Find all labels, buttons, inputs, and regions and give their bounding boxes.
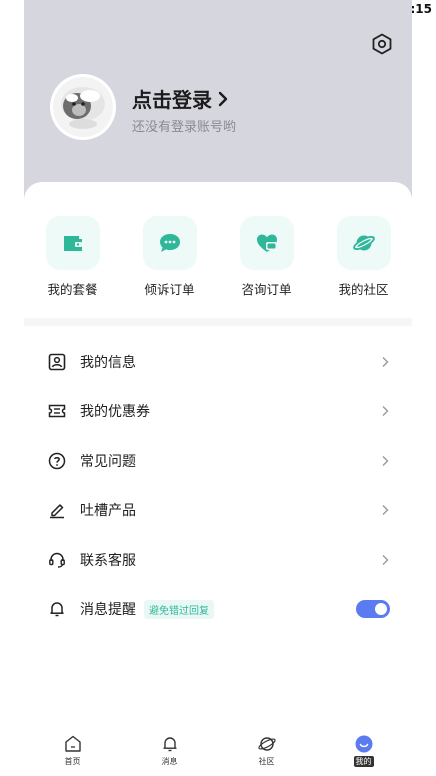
- content-card: 我的套餐 倾诉订单 咨询订单 我的社区 我的信息 我的优惠券 常见问题 吐槽产品…: [24, 182, 412, 776]
- menu-label: 吐槽产品: [80, 503, 136, 520]
- menu-label: 消息提醒: [80, 602, 136, 619]
- sheep-avatar-icon: [53, 77, 113, 137]
- nav-me[interactable]: 我的: [315, 734, 412, 776]
- login-title: 点击登录: [132, 88, 212, 112]
- nav-community[interactable]: 社区: [218, 734, 315, 776]
- wallet-icon: [63, 236, 82, 251]
- quick-icon-bg: [336, 216, 391, 270]
- quick-icon-bg: [239, 216, 294, 270]
- menu-label: 我的优惠券: [80, 404, 150, 421]
- quick-item-my-plan[interactable]: 我的套餐: [24, 216, 121, 298]
- toggle-knob: [375, 603, 387, 616]
- notification-hint-badge: 避免错过回复: [144, 599, 214, 619]
- bell-icon: [163, 737, 176, 752]
- settings-hex-icon: [372, 33, 392, 55]
- home-icon: [64, 735, 81, 752]
- chevron-right-icon: [382, 554, 389, 565]
- quick-item-consult-orders[interactable]: 咨询订单: [218, 216, 315, 298]
- quick-label: 咨询订单: [241, 282, 292, 297]
- heart-chat-icon: [256, 234, 277, 252]
- nav-label: 消息: [161, 757, 178, 766]
- chevron-right-icon: [382, 406, 389, 417]
- coupon-icon: [48, 402, 66, 420]
- quick-label: 我的社区: [338, 282, 389, 297]
- settings-button[interactable]: [370, 32, 394, 56]
- menu-item-my-coupons[interactable]: 我的优惠券: [24, 387, 412, 437]
- quick-item-talk-orders[interactable]: 倾诉订单: [121, 216, 218, 298]
- nav-messages[interactable]: 消息: [121, 734, 218, 776]
- planet-icon: [352, 235, 375, 251]
- login-button[interactable]: 点击登录: [132, 84, 228, 113]
- bell-icon: [48, 600, 66, 618]
- bottom-nav: 首页 消息 社区 我的: [24, 734, 412, 776]
- me-icon: [355, 735, 372, 753]
- chevron-right-icon: [218, 91, 228, 106]
- quick-item-my-community[interactable]: 我的社区: [315, 216, 412, 298]
- question-icon: [48, 452, 66, 470]
- nav-home[interactable]: 首页: [24, 734, 121, 776]
- profile-card-icon: [48, 353, 66, 371]
- menu-item-my-info[interactable]: 我的信息: [24, 337, 412, 387]
- nav-label: 首页: [64, 757, 81, 766]
- menu-item-faq[interactable]: 常见问题: [24, 436, 412, 486]
- nav-label: 社区: [258, 757, 275, 766]
- chevron-right-icon: [382, 356, 389, 367]
- login-subtitle: 还没有登录账号哟: [132, 120, 237, 135]
- quick-actions: 我的套餐 倾诉订单 咨询订单 我的社区: [24, 216, 412, 298]
- nav-label: 我的: [353, 756, 374, 767]
- menu-item-contact-support[interactable]: 联系客服: [24, 535, 412, 585]
- menu-item-feedback[interactable]: 吐槽产品: [24, 486, 412, 536]
- planet-icon: [257, 737, 276, 751]
- menu-label: 常见问题: [80, 453, 136, 470]
- headset-icon: [48, 551, 66, 569]
- notification-toggle[interactable]: [356, 600, 390, 619]
- pencil-icon: [48, 501, 66, 519]
- quick-icon-bg: [142, 216, 197, 270]
- settings-menu: 我的信息 我的优惠券 常见问题 吐槽产品 联系客服 消息提醒 避免错过回复: [24, 337, 412, 634]
- chevron-right-icon: [382, 455, 389, 466]
- profile-screen: 点击登录 还没有登录账号哟 我的套餐 倾诉订单 咨询订单 我的社区 我的信息 我…: [24, 0, 412, 776]
- chat-bubble-icon: [159, 234, 180, 252]
- section-divider: [24, 318, 412, 326]
- quick-label: 倾诉订单: [144, 282, 195, 297]
- menu-label: 联系客服: [80, 552, 136, 569]
- quick-label: 我的套餐: [47, 282, 98, 297]
- chevron-right-icon: [382, 505, 389, 516]
- menu-label: 我的信息: [80, 354, 136, 371]
- quick-icon-bg: [45, 216, 100, 270]
- menu-item-notifications: 消息提醒 避免错过回复: [24, 585, 412, 635]
- avatar[interactable]: [50, 74, 116, 140]
